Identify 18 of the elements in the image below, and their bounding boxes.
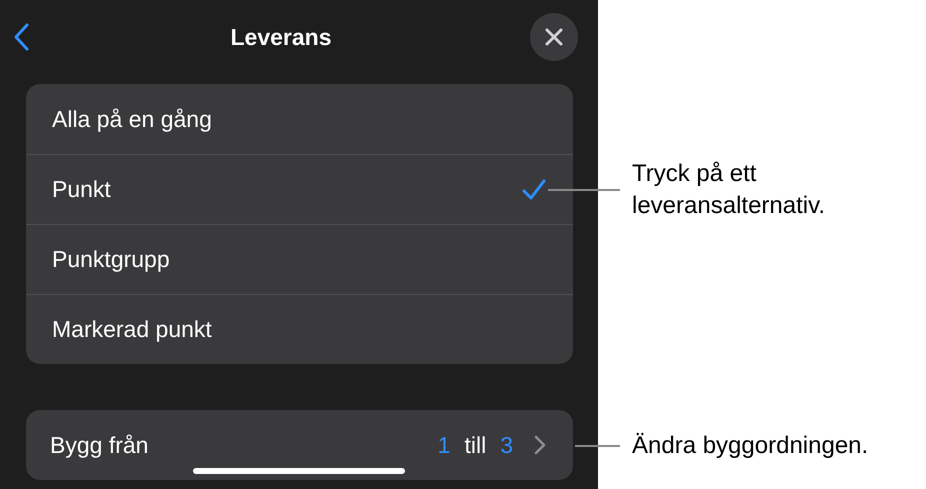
build-from-label: Bygg från (50, 432, 148, 458)
option-label: Alla på en gång (52, 106, 212, 132)
option-label: Punkt (52, 176, 111, 203)
option-label: Markerad punkt (52, 316, 212, 343)
option-label: Punktgrupp (52, 246, 170, 273)
close-icon (544, 28, 563, 46)
sheet-title: Leverans (230, 24, 332, 50)
close-button[interactable] (530, 13, 578, 61)
option-row[interactable]: Alla på en gång (26, 84, 573, 154)
leader-line (548, 189, 620, 191)
chevron-icon (533, 434, 547, 456)
callout-text: Tryck på ett leveransalternativ. (632, 159, 826, 221)
leader-line (575, 445, 620, 447)
to-word: till (464, 432, 486, 458)
option-row[interactable]: Punkt (26, 154, 573, 224)
option-row[interactable]: Punktgrupp (26, 224, 573, 294)
callout-text: Ändra byggordningen. (632, 431, 870, 461)
option-row[interactable]: Markerad punkt (26, 294, 573, 364)
